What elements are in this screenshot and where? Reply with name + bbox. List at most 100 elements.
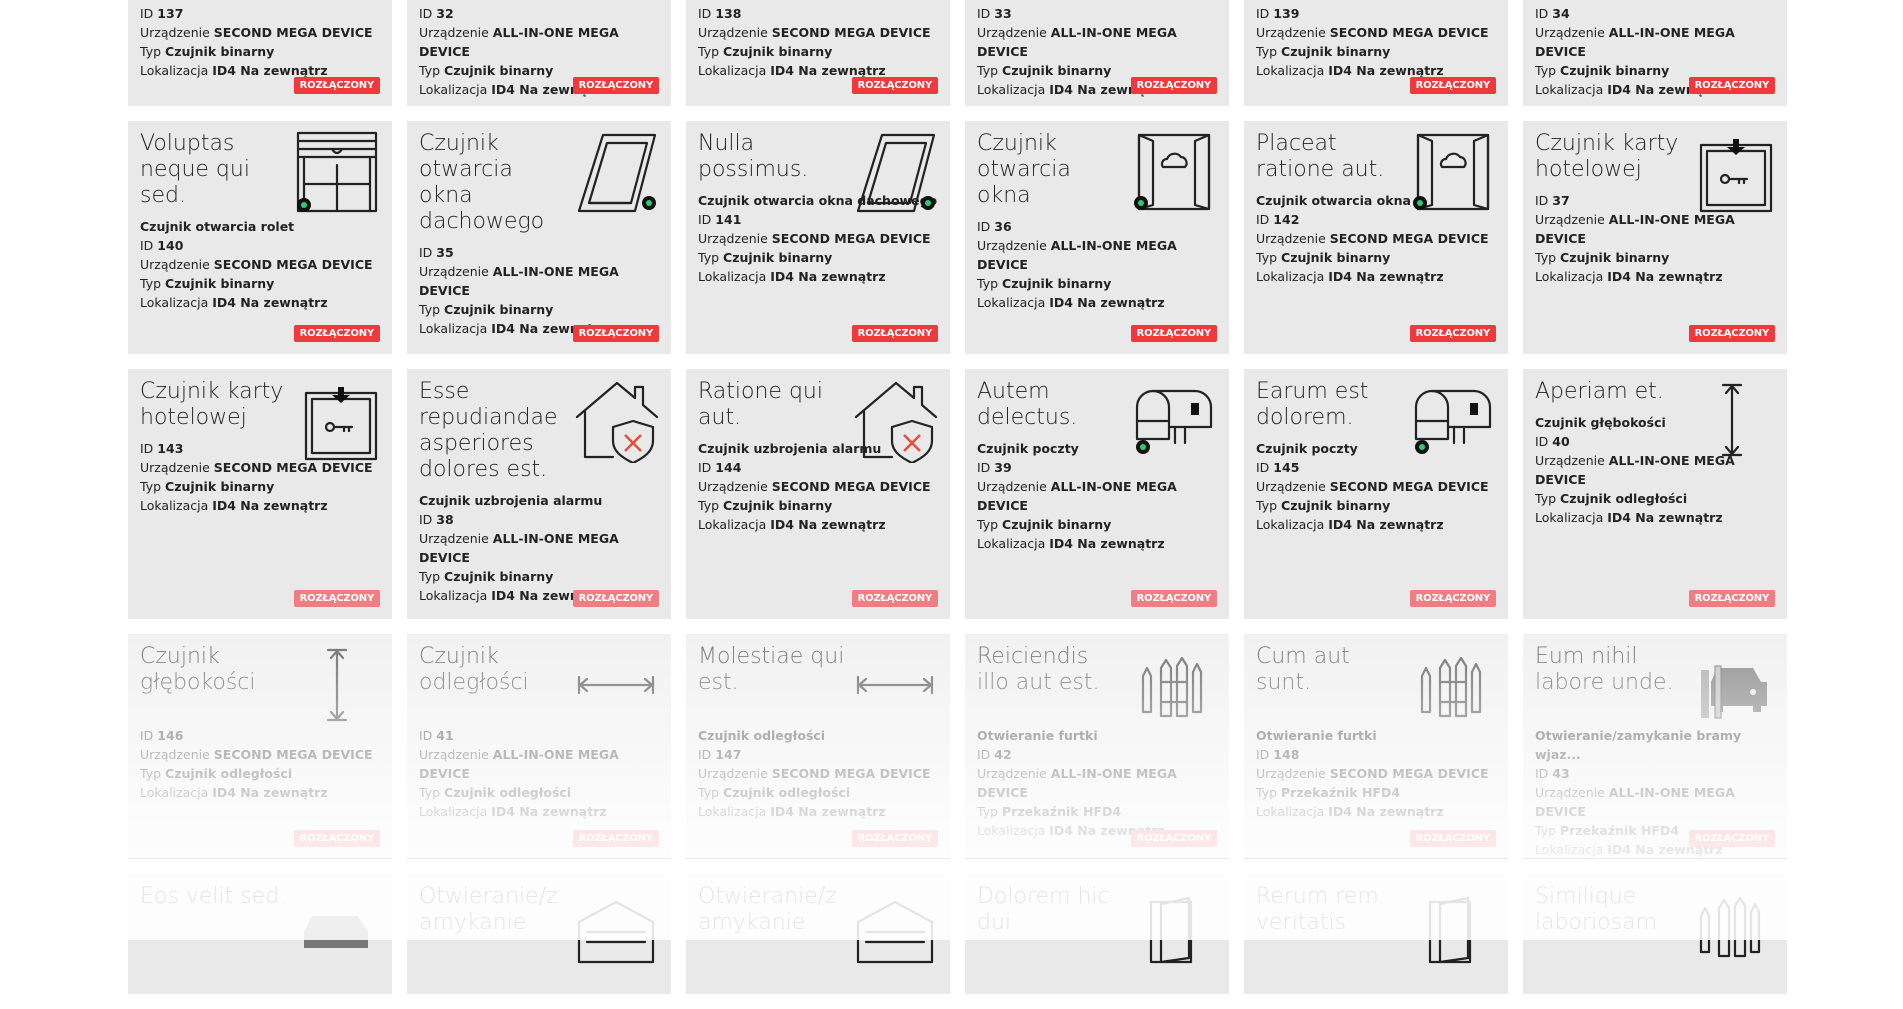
device-card[interactable]: Similique laboriosam <box>1523 874 1787 994</box>
device-title: Placeat ratione aut. <box>1256 131 1385 182</box>
device-card[interactable]: Czujnik odległości ID 41 Urządzenie ALL-… <box>407 634 671 859</box>
device-info: Czujnik odległości ID 147 Urządzenie SEC… <box>698 728 931 819</box>
device-title: Rerum rem veritatis <box>1256 884 1379 935</box>
device-card[interactable]: Placeat ratione aut. Czujnik otwarcia ok… <box>1244 121 1508 354</box>
device-title: Reiciendis illo aut est. <box>977 644 1100 695</box>
device-card[interactable]: Czujnik głębokości ID 146 Urządzenie SEC… <box>128 634 392 859</box>
status-badge: ROZŁĄCZONY <box>1688 590 1775 607</box>
alarm-house-icon <box>573 377 659 463</box>
device-info: Otwieranie furtki ID 42 Urządzenie ALL-I… <box>977 728 1177 838</box>
status-badge: ROZŁĄCZONY <box>851 590 938 607</box>
device-card[interactable]: Otwieranie/z amykanie <box>407 874 671 994</box>
device-card[interactable]: Otwieranie/z amykanie <box>686 874 950 994</box>
roof-window-icon <box>852 129 938 215</box>
device-card[interactable]: ID 139 Urządzenie SECOND MEGA DEVICE Typ… <box>1244 0 1508 106</box>
device-title: Similique laboriosam <box>1535 884 1658 935</box>
device-title: Otwieranie/z amykanie <box>698 884 837 935</box>
device-card[interactable]: Eum nihil labore unde. Otwieranie/zamyka… <box>1523 634 1787 859</box>
roller-blind-icon <box>294 129 380 215</box>
status-badge: ROZŁĄCZONY <box>1130 590 1217 607</box>
device-title: Aperiam et. <box>1535 379 1664 404</box>
device-info: ID 137 Urządzenie SECOND MEGA DEVICE Typ… <box>140 6 373 78</box>
distance-arrow-icon <box>852 642 938 728</box>
status-badge: ROZŁĄCZONY <box>572 77 659 94</box>
device-title: Czujnik karty hotelowej <box>1535 131 1679 182</box>
garage-icon <box>852 882 938 968</box>
device-info: Otwieranie furtki ID 148 Urządzenie SECO… <box>1256 728 1489 819</box>
device-card[interactable]: Czujnik otwarcia okna ID 36 Urządzenie A… <box>965 121 1229 354</box>
status-badge: ROZŁĄCZONY <box>1688 325 1775 342</box>
car-gate-icon <box>1689 642 1775 728</box>
status-badge: ROZŁĄCZONY <box>1409 77 1496 94</box>
device-card[interactable]: Czujnik otwarcia okna dachowego ID 35 Ur… <box>407 121 671 354</box>
device-title: Czujnik karty hotelowej <box>140 379 284 430</box>
device-card[interactable]: ID 138 Urządzenie SECOND MEGA DEVICE Typ… <box>686 0 950 106</box>
device-card[interactable]: Nulla possimus. Czujnik otwarcia okna da… <box>686 121 950 354</box>
status-badge: ROZŁĄCZONY <box>1130 325 1217 342</box>
device-title: Czujnik otwarcia okna dachowego <box>419 131 545 234</box>
device-card[interactable]: Ratione qui aut. Czujnik uzbrojenia alar… <box>686 369 950 619</box>
device-title: Cum aut sunt. <box>1256 644 1350 695</box>
device-card[interactable]: ID 33 Urządzenie ALL-IN-ONE MEGA DEVICE … <box>965 0 1229 106</box>
device-title: Earum est dolorem. <box>1256 379 1369 430</box>
alarm-house-icon <box>852 377 938 463</box>
device-card[interactable]: Cum aut sunt. Otwieranie furtki ID 148 U… <box>1244 634 1508 859</box>
status-badge: ROZŁĄCZONY <box>851 830 938 847</box>
device-title: Voluptas neque qui sed. <box>140 131 250 208</box>
device-info: Czujnik otwarcia rolet ID 140 Urządzenie… <box>140 219 373 310</box>
window-open-icon <box>1131 129 1217 215</box>
device-card[interactable]: ID 32 Urządzenie ALL-IN-ONE MEGA DEVICE … <box>407 0 671 106</box>
device-grid: ID 137 Urządzenie SECOND MEGA DEVICE Typ… <box>128 0 1788 1009</box>
device-card[interactable]: Czujnik karty hotelowej ID 143 Urządzeni… <box>128 369 392 619</box>
door-icon <box>1410 882 1496 968</box>
status-badge: ROZŁĄCZONY <box>572 325 659 342</box>
mailbox-icon <box>1131 377 1217 463</box>
distance-arrow-icon <box>573 642 659 728</box>
status-badge: ROZŁĄCZONY <box>1409 830 1496 847</box>
device-card[interactable]: ID 137 Urządzenie SECOND MEGA DEVICE Typ… <box>128 0 392 106</box>
status-badge: ROZŁĄCZONY <box>293 325 380 342</box>
device-card[interactable]: Voluptas neque qui sed. Czujnik otwarcia… <box>128 121 392 354</box>
device-card[interactable]: Molestiae qui est. Czujnik odległości ID… <box>686 634 950 859</box>
window-open-icon <box>1410 129 1496 215</box>
device-info: Czujnik uzbrojenia alarmu ID 38 Urządzen… <box>419 493 619 603</box>
device-card[interactable]: Reiciendis illo aut est. Otwieranie furt… <box>965 634 1229 859</box>
device-card[interactable]: ID 34 Urządzenie ALL-IN-ONE MEGA DEVICE … <box>1523 0 1787 106</box>
depth-arrow-icon <box>294 642 380 728</box>
garage-icon <box>573 882 659 968</box>
status-badge: ROZŁĄCZONY <box>293 830 380 847</box>
device-card[interactable]: Esse repudiandae asperiores dolores est.… <box>407 369 671 619</box>
device-info: ID 138 Urządzenie SECOND MEGA DEVICE Typ… <box>698 6 931 78</box>
device-title: Czujnik otwarcia okna <box>977 131 1071 208</box>
device-card[interactable]: Dolorem hic dui <box>965 874 1229 994</box>
fence-icon <box>1410 642 1496 728</box>
device-title: Nulla possimus. <box>698 131 809 182</box>
device-card[interactable]: Rerum rem veritatis <box>1244 874 1508 994</box>
depth-arrow-icon <box>1689 377 1775 463</box>
roof-window-icon <box>573 129 659 215</box>
device-title: Esse repudiandae asperiores dolores est. <box>419 379 558 482</box>
device-info: ID 41 Urządzenie ALL-IN-ONE MEGA DEVICE … <box>419 728 619 819</box>
status-badge: ROZŁĄCZONY <box>1409 590 1496 607</box>
status-badge: ROZŁĄCZONY <box>1409 325 1496 342</box>
device-card[interactable]: Eos velit sed. <box>128 874 392 994</box>
device-title: Eum nihil labore unde. <box>1535 644 1674 695</box>
hotel-card-icon <box>294 377 380 463</box>
status-badge: ROZŁĄCZONY <box>851 325 938 342</box>
status-badge: ROZŁĄCZONY <box>293 590 380 607</box>
status-badge: ROZŁĄCZONY <box>293 77 380 94</box>
status-badge: ROZŁĄCZONY <box>851 77 938 94</box>
device-info: ID 35 Urządzenie ALL-IN-ONE MEGA DEVICE … <box>419 245 619 336</box>
status-badge: ROZŁĄCZONY <box>1130 77 1217 94</box>
device-info: ID 139 Urządzenie SECOND MEGA DEVICE Typ… <box>1256 6 1489 78</box>
device-card[interactable]: Czujnik karty hotelowej ID 37 Urządzenie… <box>1523 121 1787 354</box>
device-title: Dolorem hic dui <box>977 884 1110 935</box>
device-card[interactable]: Autem delectus. Czujnik poczty ID 39 Urz… <box>965 369 1229 619</box>
door-icon <box>1131 882 1217 968</box>
status-badge: ROZŁĄCZONY <box>1688 830 1775 847</box>
hotel-card-icon <box>1689 129 1775 215</box>
device-card[interactable]: Earum est dolorem. Czujnik poczty ID 145… <box>1244 369 1508 619</box>
device-title: Eos velit sed. <box>140 884 287 909</box>
fence-icon <box>1131 642 1217 728</box>
device-card[interactable]: Aperiam et. Czujnik głębokości ID 40 Urz… <box>1523 369 1787 619</box>
